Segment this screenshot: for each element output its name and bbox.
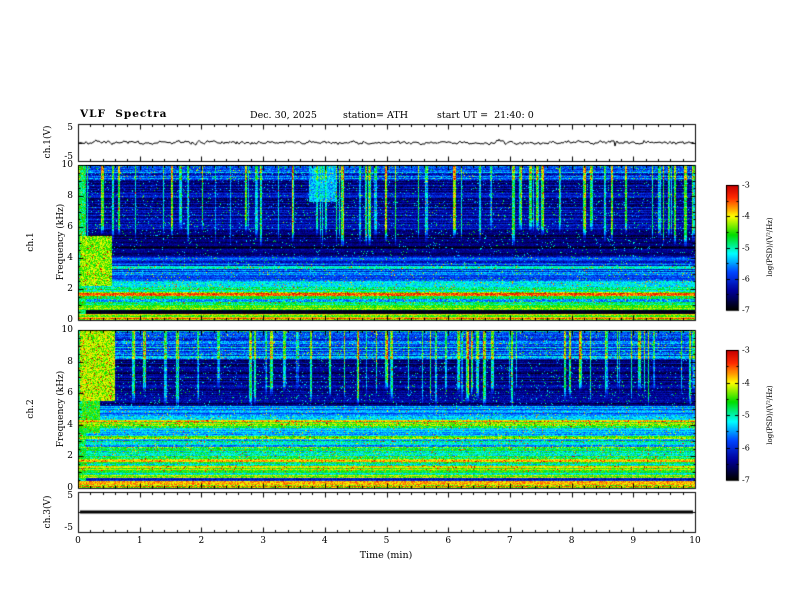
colorbar2-label: log(PSD)/(V²/Hz) (766, 385, 774, 445)
ch1_wave-y-tick-label: -5 (64, 152, 73, 162)
ch1-spec-y-tick-label: 6 (67, 222, 73, 232)
ch1-spec-y-tick-label: 8 (67, 191, 73, 201)
x-tick-label: 7 (507, 536, 513, 546)
ch2-spec-y-tick-label: 6 (67, 388, 73, 399)
ch1-voltage-axis-label: ch.1(V) (43, 125, 53, 159)
ch2-spec-axis-label: ch.2 Frequency (kHz) (6, 371, 86, 448)
ch3-voltage-axis-label: ch.3(V) (43, 495, 53, 529)
ch2-spec-y-tick-label: 8 (67, 356, 73, 367)
colorbar1-tick-label: -6 (742, 274, 750, 284)
colorbar1-tick-label: -7 (742, 305, 750, 315)
x-tick-label: 3 (260, 536, 266, 546)
ch1-spec-axis-label-line2: Frequency (kHz) (56, 203, 66, 281)
x-tick-label: 5 (383, 536, 390, 546)
ch3_wave-y-tick-label: -5 (64, 523, 73, 533)
ch2-spec-axis-label-line1: ch.2 (26, 399, 36, 419)
x-axis-label: Time (min) (359, 550, 413, 561)
colorbar1-tick-label: -4 (742, 211, 750, 221)
colorbar1-tick-label: -3 (742, 180, 750, 190)
ch1-spec-y-tick-label: 0 (67, 315, 73, 325)
ch2-spec-y-tick-label: 4 (67, 419, 73, 430)
colorbar1-label: log(PSD)/(V²/Hz) (766, 217, 774, 277)
ch1_wave-y-tick-label: 5 (67, 123, 73, 133)
ch1-spec-y-tick-label: 4 (67, 253, 73, 263)
x-tick-label: 10 (689, 536, 701, 546)
ch2-spec-y-tick-label: 2 (67, 451, 73, 462)
vlf-spectra-figure: VLF Spectra Dec. 30, 2025 station= ATH s… (0, 0, 792, 612)
ch3_wave-y-tick-label: 5 (67, 491, 73, 501)
x-tick-label: 2 (198, 536, 205, 546)
ch1-spec-y-tick-label: 2 (67, 284, 73, 294)
ch1-spec-axis-label: ch.1 Frequency (kHz) (6, 204, 86, 281)
colorbar2-tick-label: -4 (742, 378, 750, 387)
x-tick-label: 6 (445, 536, 452, 546)
x-tick-label: 9 (630, 536, 637, 546)
axes-canvas (0, 0, 792, 612)
x-tick-label: 0 (75, 536, 81, 546)
x-tick-label: 8 (568, 536, 575, 546)
ch2-spec-axis-label-line2: Frequency (kHz) (56, 370, 66, 448)
colorbar2-tick-label: -7 (742, 475, 750, 485)
colorbar2-tick-label: -3 (742, 345, 750, 355)
ch1-spec-axis-label-line1: ch.1 (26, 232, 36, 252)
ch2-spec-y-tick-label: 10 (61, 325, 73, 335)
x-tick-label: 4 (321, 536, 328, 546)
colorbar1-tick-label: -5 (742, 243, 750, 252)
colorbar2-tick-label: -5 (742, 410, 750, 420)
x-tick-label: 1 (136, 536, 143, 546)
colorbar2-tick-label: -6 (742, 443, 750, 452)
